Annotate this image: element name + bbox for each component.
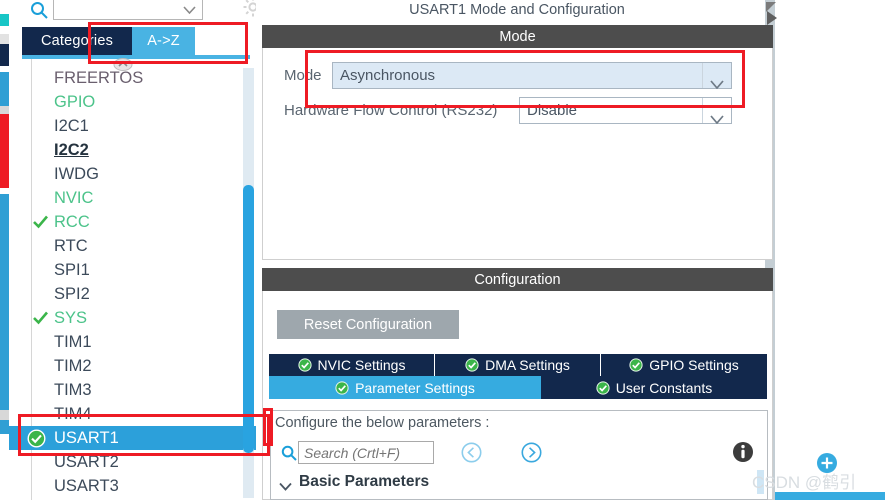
list-item[interactable]: USART3	[32, 474, 232, 498]
configuration-section-header: Configuration	[262, 268, 773, 291]
list-item[interactable]: TIM3	[32, 378, 232, 402]
check-circle-icon	[629, 358, 643, 372]
list-item[interactable]: TIM1	[32, 330, 232, 354]
mode-label: Mode	[284, 67, 322, 84]
edge-fragment	[0, 434, 9, 500]
edge-fragment	[0, 194, 9, 410]
caret-separator	[702, 98, 703, 123]
chevron-down-icon	[710, 107, 724, 125]
tab-label: NVIC Settings	[317, 357, 406, 373]
tab-label: GPIO Settings	[649, 357, 739, 373]
edge-fragment	[0, 410, 9, 420]
check-icon	[32, 213, 49, 230]
group-label: Basic Parameters	[299, 473, 430, 490]
search-icon	[30, 1, 48, 19]
search-input[interactable]	[53, 0, 203, 20]
edge-fragment	[0, 114, 9, 188]
edge-fragment	[0, 0, 9, 14]
list-item[interactable]: USART2	[32, 450, 232, 474]
hardware-flow-control-value: Disable	[527, 102, 578, 119]
circle-right-arrow-icon[interactable]	[521, 442, 542, 463]
tab-categories[interactable]: Categories	[22, 27, 132, 55]
edge-fragment	[0, 26, 9, 34]
list-item-label: USART1	[54, 429, 119, 447]
list-item[interactable]: RTC	[32, 234, 232, 258]
list-item[interactable]: TIM4	[32, 402, 232, 426]
hardware-flow-control-dropdown[interactable]: Disable	[519, 97, 732, 125]
check-icon	[32, 309, 49, 326]
tab-parameter-settings[interactable]: Parameter Settings	[269, 376, 541, 399]
check-circle-icon	[27, 429, 46, 448]
basic-parameters-group[interactable]: Basic Parameters	[279, 473, 429, 491]
sidebar-search-row	[22, 0, 263, 22]
sidebar-item-usart1[interactable]: USART1	[9, 426, 277, 450]
list-item[interactable]: SPI1	[32, 258, 232, 282]
chevron-down-icon	[183, 1, 196, 15]
circle-left-arrow-icon[interactable]	[461, 442, 482, 463]
hardware-flow-control-row: Hardware Flow Control (RS232) Disable	[284, 97, 754, 125]
list-item[interactable]: IWDG	[32, 162, 232, 186]
list-item[interactable]: SYS	[32, 306, 232, 330]
edge-fragment	[0, 34, 9, 44]
tab-a-to-z[interactable]: A->Z	[132, 27, 195, 55]
check-circle-icon	[335, 380, 349, 395]
list-item[interactable]: RCC	[32, 210, 232, 234]
tab-label: User Constants	[615, 379, 713, 396]
edge-fragment	[0, 14, 9, 26]
check-circle-icon	[596, 380, 610, 395]
component-sidebar: Categories A->Z FREERTOS GPIO I2C1 I2C2 …	[9, 0, 277, 500]
sidebar-scrollbar-thumb[interactable]	[243, 185, 254, 453]
list-item[interactable]: FREERTOS	[32, 66, 232, 90]
chevron-down-icon	[279, 478, 292, 491]
reset-configuration-button[interactable]: Reset Configuration	[277, 310, 459, 339]
left-edge-strip	[0, 0, 9, 500]
list-item-label: SYS	[54, 309, 88, 327]
component-list: FREERTOS GPIO I2C1 I2C2 IWDG NVIC RCC RT…	[9, 66, 277, 498]
stm32cubemx-screen: Categories A->Z FREERTOS GPIO I2C1 I2C2 …	[0, 0, 886, 500]
list-item[interactable]: NVIC	[32, 186, 232, 210]
config-tab-row-1: NVIC Settings DMA Settings GPIO Settings	[269, 354, 767, 376]
configuration-section-body: Reset Configuration NVIC Settings DMA Se…	[262, 291, 773, 500]
list-item[interactable]: TIM2	[32, 354, 232, 378]
tab-nvic-settings[interactable]: NVIC Settings	[269, 354, 435, 376]
list-item[interactable]: GPIO	[32, 90, 232, 114]
edge-fragment	[0, 420, 9, 434]
config-tab-row-2: Parameter Settings User Constants	[269, 376, 767, 399]
mode-section-body: Mode Asynchronous Hardware Flow Control …	[262, 48, 773, 260]
list-item[interactable]: SPI2	[32, 282, 232, 306]
mode-dropdown-value: Asynchronous	[340, 67, 436, 84]
tab-dma-settings[interactable]: DMA Settings	[435, 354, 601, 376]
info-icon[interactable]	[732, 441, 754, 463]
tab-gpio-settings[interactable]: GPIO Settings	[601, 354, 767, 376]
sidebar-tabbar: Categories A->Z	[22, 27, 255, 59]
edge-fragment	[0, 72, 9, 106]
edge-fragment	[0, 44, 9, 66]
search-icon	[281, 445, 297, 461]
mode-dropdown[interactable]: Asynchronous	[332, 62, 732, 90]
parameter-panel: Configure the below parameters : Search …	[270, 410, 768, 500]
check-circle-icon	[465, 358, 479, 372]
watermark-text: CSDN @鹤引	[752, 473, 857, 492]
tab-label: Parameter Settings	[355, 379, 475, 396]
chevron-down-icon	[710, 72, 724, 90]
watermark-bar	[775, 492, 885, 500]
list-item-label: RCC	[54, 213, 90, 231]
parameter-caption: Configure the below parameters :	[275, 415, 490, 431]
main-panel: USART1 Mode and Configuration Mode Mode …	[256, 0, 886, 500]
expand-right-arrow-icon[interactable]	[766, 10, 778, 26]
tab-label: DMA Settings	[485, 357, 570, 373]
list-item[interactable]: I2C1	[32, 114, 232, 138]
edge-fragment	[0, 106, 9, 114]
caret-separator	[702, 63, 703, 88]
list-item[interactable]: I2C2	[32, 138, 232, 162]
page-title: USART1 Mode and Configuration	[261, 0, 773, 20]
check-circle-icon	[297, 358, 312, 372]
mode-row: Mode Asynchronous	[284, 62, 754, 90]
mode-section-header: Mode	[262, 25, 773, 48]
hardware-flow-control-label: Hardware Flow Control (RS232)	[284, 102, 498, 119]
tab-user-constants[interactable]: User Constants	[541, 376, 767, 399]
right-background	[775, 0, 886, 500]
parameter-search-input[interactable]	[298, 441, 434, 464]
